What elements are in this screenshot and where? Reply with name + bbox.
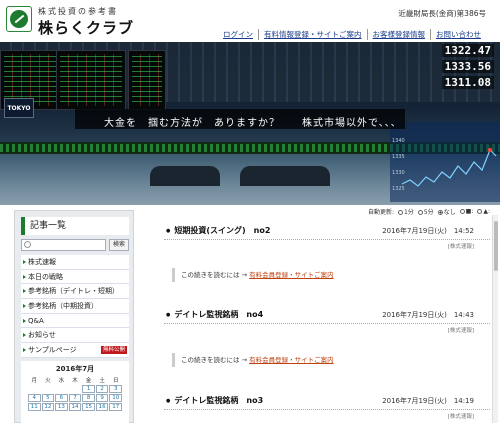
calendar-empty	[28, 385, 41, 393]
registration-number: 近畿財局長(金商)第386号	[398, 9, 486, 18]
sidebar-item-news[interactable]: お知らせ	[21, 328, 129, 344]
calendar-empty	[55, 385, 68, 393]
calendar-day[interactable]: 13	[55, 403, 68, 411]
price-display: 1311.08	[441, 76, 494, 89]
customer-info-link[interactable]: お客様登録情報	[366, 29, 431, 40]
weekday-label: 火	[45, 378, 51, 384]
calendar-day[interactable]: 14	[68, 403, 82, 411]
free-badge: 無料公開	[100, 346, 127, 355]
calendar-title: 2016年7月	[55, 365, 95, 373]
hero-caption-right: 株式市場以外で、、、	[302, 118, 402, 129]
sidebar-menu: 株式速報 本日の戦略 参考銘柄（デイトレ・短期） 参考銘柄（中期投資） Q&A …	[21, 255, 129, 358]
weekday-label: 月	[31, 378, 38, 384]
sidebar-item-today-strategy[interactable]: 本日の戦略	[21, 269, 129, 285]
calendar-day[interactable]: 9	[95, 394, 109, 402]
login-link[interactable]: ログイン	[218, 29, 258, 40]
trading-desk	[150, 166, 220, 186]
calendar-day[interactable]: 11	[28, 403, 41, 411]
calendar-day[interactable]: 16	[95, 403, 109, 411]
search-input[interactable]	[21, 239, 106, 251]
calendar-empty	[42, 385, 55, 393]
price-display: 1322.47	[441, 44, 494, 57]
trading-desk	[240, 166, 330, 186]
auto-refresh-label: 自動更新:	[367, 209, 394, 216]
calendar-day[interactable]: 10	[109, 394, 122, 402]
site-subtitle: 株式投資の参考書	[38, 7, 118, 16]
refresh-filter: 自動更新: 1分 5分 なし ■: ▲:	[368, 207, 490, 216]
weekday-label: 水	[58, 378, 65, 384]
post-category[interactable]: [株式速報]	[448, 242, 474, 250]
read-more: この続きを読むには → 有料会員登録・サイトご案内	[172, 268, 482, 282]
price-display: 1333.56	[441, 60, 494, 73]
main-content: 自動更新: 1分 5分 なし ■: ▲: 短期投資(スイング) no2 2016…	[160, 205, 490, 423]
contact-link[interactable]: お問い合わせ	[430, 29, 486, 40]
sidebar-item-sample[interactable]: サンプルページ 無料公開	[21, 343, 129, 358]
scrollbar-thumb[interactable]	[494, 221, 498, 271]
post-category[interactable]: [株式速報]	[448, 326, 474, 334]
post-date: 2016年7月19日(火) 14:43	[382, 311, 474, 319]
member-signup-link[interactable]: 有料会員登録・サイトご案内	[249, 271, 334, 279]
calendar-grid: 月 火 水 木 金 土 日 1 2 3 4 5 6 7 8 9 10 11 12…	[21, 374, 129, 413]
post-divider	[164, 323, 490, 324]
logo-icon[interactable]	[6, 6, 32, 32]
member-signup-link[interactable]: 有料会員登録・サイトご案内	[249, 356, 334, 364]
search-button[interactable]: 検索	[109, 239, 129, 251]
post-divider	[164, 239, 490, 240]
scrollbar[interactable]	[492, 215, 498, 423]
read-more-text: この続きを読むには →	[181, 271, 250, 279]
index-chart-line	[401, 148, 497, 187]
sidebar-heading: 記事一覧	[21, 217, 129, 235]
top-nav: ログイン 有料情報登録・サイトご案内 お客様登録情報 お問い合わせ	[218, 29, 486, 40]
read-more-text: この続きを読むには →	[181, 356, 250, 364]
post-category[interactable]: [株式速報]	[448, 412, 474, 420]
post-title[interactable]: デイトレ監視銘柄 no3	[166, 395, 263, 406]
calendar-day[interactable]: 12	[41, 403, 55, 411]
calendar: 2016年7月 月 火 水 木 金 土 日 1 2 3 4 5 6 7 8 9 …	[21, 361, 129, 423]
calendar-day[interactable]: 3	[109, 385, 122, 393]
weekday-label: 金	[85, 378, 92, 384]
view-option-triangle[interactable]: ▲:	[477, 208, 490, 215]
refresh-option-1min[interactable]: 1分	[397, 207, 414, 216]
ticker-board	[56, 50, 126, 110]
exchange-sign: TOKYO	[4, 98, 34, 118]
post-title[interactable]: デイトレ監視銘柄 no4	[166, 309, 263, 320]
refresh-option-none[interactable]: なし	[437, 207, 456, 216]
site-header: 株式投資の参考書 株らくクラブ 近畿財局長(金商)第386号 ログイン 有料情報…	[0, 0, 500, 42]
paid-info-link[interactable]: 有料情報登録・サイトご案内	[258, 29, 367, 40]
weekday-label: 日	[112, 378, 119, 384]
read-more: この続きを読むには → 有料会員登録・サイトご案内	[172, 353, 482, 367]
sidebar-item-daytrade-stocks[interactable]: 参考銘柄（デイトレ・短期）	[21, 284, 129, 300]
refresh-option-5min[interactable]: 5分	[417, 207, 434, 216]
hero-caption-left: 大金を 掴む方法が ありますか？	[104, 118, 280, 129]
sidebar-item-label: サンプルページ	[28, 346, 77, 355]
view-option-square[interactable]: ■:	[459, 208, 473, 215]
sidebar: 記事一覧 検索 株式速報 本日の戦略 参考銘柄（デイトレ・短期） 参考銘柄（中期…	[14, 210, 134, 423]
post-title[interactable]: 短期投資(スイング) no2	[166, 225, 270, 236]
calendar-day[interactable]: 17	[109, 403, 122, 411]
post-divider	[164, 409, 490, 410]
post-date: 2016年7月19日(火) 14:52	[382, 227, 474, 235]
calendar-day[interactable]: 2	[95, 385, 109, 393]
calendar-day[interactable]: 1	[82, 385, 95, 393]
post-date: 2016年7月19日(火) 14:19	[382, 397, 474, 405]
hero-banner: TOKYO 1322.47 1333.56 1311.08 1340 1335 …	[0, 42, 500, 205]
calendar-day[interactable]: 7	[68, 394, 82, 402]
weekday-label: 土	[99, 378, 105, 384]
site-title[interactable]: 株らくクラブ	[38, 17, 134, 38]
calendar-day[interactable]: 6	[55, 394, 68, 402]
calendar-day[interactable]: 4	[28, 394, 41, 402]
ticker-board	[128, 50, 166, 110]
weekday-label: 木	[72, 378, 78, 384]
calendar-empty	[69, 385, 82, 393]
calendar-day[interactable]: 15	[82, 403, 95, 411]
search-icon	[24, 241, 31, 248]
index-chart: 1340 1335 1330 1325	[390, 122, 500, 202]
sidebar-item-stock-news[interactable]: 株式速報	[21, 255, 129, 270]
sidebar-item-qa[interactable]: Q&A	[21, 313, 129, 329]
sidebar-item-midterm-stocks[interactable]: 参考銘柄（中期投資）	[21, 299, 129, 314]
calendar-day[interactable]: 8	[82, 394, 95, 402]
calendar-day[interactable]: 5	[41, 394, 55, 402]
